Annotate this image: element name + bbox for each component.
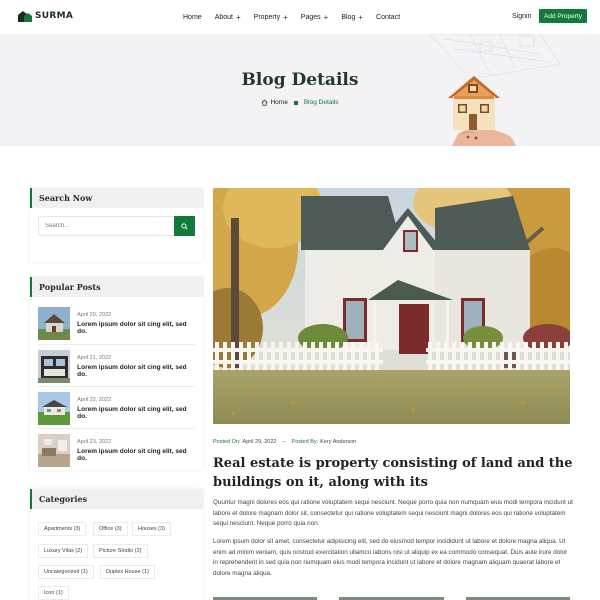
nav-label: Contact — [376, 14, 401, 21]
post-title[interactable]: Lorem ipsum dolor sit cing elit, sed do. — [77, 406, 195, 420]
nav-item-home[interactable]: Home — [183, 13, 202, 22]
nav-item-property[interactable]: Property + — [254, 13, 288, 22]
logo[interactable]: SURMA — [18, 10, 73, 22]
breadcrumb: Home Blog Details — [0, 99, 600, 106]
categories-title: Categories — [30, 489, 203, 509]
list-item[interactable]: April 20, 2022 Lorem ipsum dolor sit cin… — [38, 302, 195, 344]
popular-posts-widget: Popular Posts April 20, 2022 Lorem ipsum… — [30, 277, 203, 470]
posted-by-label: Posted By: — [291, 439, 319, 445]
list-item[interactable]: April 23, 2022 Lorem ipsum dolor sit cin… — [38, 429, 195, 471]
category-tag[interactable]: Icon (1) — [38, 586, 69, 600]
post-date: April 20, 2022 — [77, 311, 112, 318]
posted-by-author[interactable]: Kery Anderson — [320, 439, 356, 445]
article-paragraph: Quuntur magni dolores eos qui ratione vo… — [213, 499, 573, 528]
page-banner: Blog Details Home Blog Details — [0, 34, 600, 146]
plus-icon: + — [358, 13, 364, 22]
search-widget-title: Search Now — [30, 188, 203, 208]
nav-label: About — [214, 14, 233, 21]
main-nav: Home About + Property + Pages + Blog + Conta… — [183, 13, 400, 22]
page-title: Blog Details — [241, 70, 359, 90]
breadcrumb-separator — [293, 100, 298, 105]
post-date: April 23, 2022 — [77, 438, 112, 445]
nav-item-pages[interactable]: Pages + — [301, 13, 329, 22]
post-title[interactable]: Lorem ipsum dolor sit cing elit, sed do. — [77, 364, 195, 378]
search-input[interactable] — [39, 217, 175, 235]
home-icon — [261, 99, 269, 106]
add-property-button[interactable]: Add Property — [539, 9, 587, 23]
nav-label: Blog — [341, 14, 356, 21]
logo-icon — [18, 11, 32, 22]
logo-text: SURMA — [35, 11, 74, 21]
list-item[interactable]: April 21, 2022 Lorem ipsum dolor sit cin… — [38, 345, 195, 387]
post-thumbnail — [38, 391, 71, 425]
category-tag[interactable]: Apartments (3) — [38, 522, 87, 536]
search-widget: Search Now — [30, 188, 203, 262]
plus-icon: + — [283, 13, 288, 22]
nav-label: Home — [183, 14, 202, 21]
popular-posts-title: Popular Posts — [30, 277, 203, 297]
blueprint-background-icon — [429, 34, 561, 146]
article-title: Real estate is property consisting of la… — [213, 456, 573, 490]
category-tag[interactable]: Houses (3) — [132, 522, 171, 536]
category-tag[interactable]: Office (3) — [93, 522, 128, 536]
category-tag[interactable]: Duplex House (1) — [100, 565, 155, 579]
nav-item-contact[interactable]: Contact — [376, 13, 400, 22]
post-title[interactable]: Lorem ipsum dolor sit cing elit, sed do. — [77, 448, 195, 462]
search-button[interactable] — [174, 216, 195, 236]
search-icon — [181, 222, 188, 230]
post-date: April 21, 2022 — [77, 354, 112, 361]
post-title[interactable]: Lorem ipsum dolor sit cing elit, sed do. — [77, 321, 195, 335]
plus-icon: + — [235, 13, 241, 22]
nav-label: Pages — [300, 14, 321, 21]
nav-item-blog[interactable]: Blog + — [341, 13, 363, 22]
plus-icon: + — [323, 13, 329, 22]
categories-widget: Categories Apartments (3) Office (3) Hou… — [30, 489, 203, 600]
post-meta: Posted On: April 29, 2022 – Posted By: K… — [213, 439, 356, 445]
site-header: SURMA Home About + Property + Pages + Blog +… — [0, 0, 600, 34]
meta-separator: – — [282, 439, 286, 445]
posted-on-label: Posted On: — [213, 439, 241, 445]
category-tag[interactable]: Picture Stodio (2) — [93, 544, 148, 558]
nav-label: Property — [253, 14, 281, 21]
post-thumbnail — [38, 306, 71, 340]
nav-item-about[interactable]: About + — [215, 13, 241, 22]
category-tag[interactable]: Luxary Vilas (2) — [38, 544, 89, 558]
signin-link[interactable]: Signin — [512, 13, 531, 20]
post-thumbnail — [38, 433, 71, 467]
breadcrumb-home[interactable]: Home — [261, 99, 288, 106]
breadcrumb-current: Blog Details — [303, 99, 339, 106]
list-item[interactable]: April 22, 2022 Lorem ipsum dolor sit cin… — [38, 387, 195, 429]
breadcrumb-home-label: Home — [270, 99, 288, 106]
posted-on-date: April 29, 2022 — [242, 439, 277, 445]
category-tag[interactable]: Uncategorized (1) — [38, 565, 94, 579]
featured-image — [213, 188, 570, 424]
post-date: April 22, 2022 — [77, 396, 112, 403]
post-thumbnail — [38, 349, 71, 383]
article-paragraph: Lorem ipsum dolor sit amet, consectetur … — [213, 538, 568, 577]
search-box — [38, 216, 195, 236]
